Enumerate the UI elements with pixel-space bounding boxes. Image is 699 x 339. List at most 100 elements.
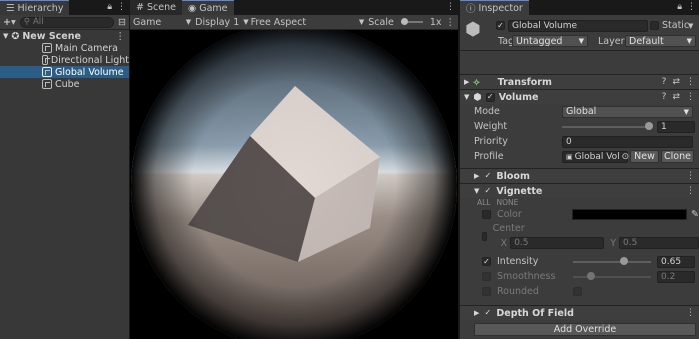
priority-field[interactable]: 0: [562, 135, 693, 148]
intensity-slider-knob[interactable]: [619, 256, 628, 265]
object-name-field[interactable]: Global Volume: [508, 20, 648, 32]
eyedropper-icon[interactable]: ✎: [691, 209, 699, 220]
dof-enabled-checkbox[interactable]: ✓: [483, 309, 492, 318]
scene-menu-icon[interactable]: ⋮: [116, 31, 126, 42]
hierarchy-toolbar: +▾ ⚲ All ⊟: [0, 15, 129, 30]
smoothness-override-checkbox[interactable]: [482, 272, 491, 281]
collapse-arrow-icon[interactable]: ▼: [464, 93, 469, 101]
expand-arrow-icon[interactable]: ▶: [464, 78, 469, 86]
tab-game[interactable]: ◉ Game: [181, 0, 234, 15]
layer-dropdown[interactable]: Default ▼: [625, 35, 696, 47]
hierarchy-item-directional-light[interactable]: Directional Light: [0, 54, 129, 66]
volume-icon: ⬢: [473, 91, 482, 103]
hierarchy-search-input[interactable]: ⚲ All: [19, 16, 115, 28]
tab-hierarchy[interactable]: ☰ Hierarchy: [0, 0, 70, 15]
add-button[interactable]: +▾: [3, 17, 16, 28]
object-picker-icon[interactable]: ⊙: [622, 152, 630, 162]
profile-field[interactable]: ▣ Global Vol ⊙: [562, 150, 630, 163]
smoothness-field[interactable]: 0.2: [657, 270, 695, 283]
intensity-field[interactable]: 0.65: [657, 255, 695, 268]
rounded-checkbox[interactable]: [573, 287, 582, 296]
component-menu-icon[interactable]: ⋮: [686, 92, 695, 102]
override-menu-icon[interactable]: ⋮: [686, 308, 695, 318]
tab-inspector[interactable]: ⓘ Inspector: [460, 0, 529, 15]
intensity-slider[interactable]: [573, 256, 651, 265]
gameobject-large-icon[interactable]: ⬢: [465, 19, 481, 40]
more-menu-icon[interactable]: ⋮: [446, 2, 455, 12]
bloom-override-header[interactable]: ▶ ✓ Bloom ⋮: [460, 168, 699, 183]
center-override-checkbox[interactable]: [482, 232, 487, 241]
gameobject-icon: [42, 55, 50, 65]
scene-row[interactable]: ▼ ✪ New Scene ⋮: [0, 30, 129, 42]
center-y-label: Y: [610, 237, 616, 249]
weight-field[interactable]: 1: [657, 120, 695, 133]
active-checkbox[interactable]: ✓: [496, 21, 505, 30]
inspector-panel: ⓘ Inspector 🔒︎ ⋮ ⬢ ✓ Global Volume Static…: [460, 0, 699, 339]
mode-dropdown[interactable]: Global ▼: [562, 105, 693, 118]
lock-icon[interactable]: 🔒︎: [107, 2, 112, 12]
more-menu-icon[interactable]: ⋮: [445, 17, 455, 28]
clone-profile-button[interactable]: Clone: [661, 150, 694, 163]
override-menu-icon[interactable]: ⋮: [686, 186, 695, 196]
weight-value: 1: [661, 121, 667, 132]
all-toggle[interactable]: ALL: [477, 198, 491, 207]
hierarchy-item-global-volume[interactable]: Global Volume: [0, 66, 129, 78]
new-profile-button[interactable]: New: [630, 150, 659, 163]
aspect-dropdown[interactable]: Free Aspect ▼: [251, 17, 369, 28]
view-mode-dropdown[interactable]: Game ▼: [133, 17, 195, 28]
transform-component-header[interactable]: ▶ ⟡ Transform ? ⇄ ⋮: [460, 74, 699, 89]
bloom-enabled-checkbox[interactable]: ✓: [483, 172, 492, 181]
weight-slider-knob[interactable]: [645, 121, 653, 130]
add-override-button[interactable]: Add Override: [474, 323, 696, 336]
weight-row: Weight 1: [460, 119, 699, 134]
help-icon[interactable]: ?: [662, 92, 667, 102]
more-menu-icon[interactable]: ⋮: [687, 2, 696, 12]
chevron-down-icon: ▼: [578, 37, 584, 45]
display-dropdown[interactable]: Display 1 ▼: [195, 17, 250, 28]
preset-icon[interactable]: ⇄: [672, 77, 680, 87]
grid-icon: #: [136, 2, 144, 13]
hierarchy-item-cube[interactable]: Cube: [0, 78, 129, 90]
chevron-down-icon: ▼: [686, 37, 692, 45]
preset-icon[interactable]: ⇄: [672, 92, 680, 102]
tag-dropdown[interactable]: Untagged ▼: [512, 35, 588, 47]
layer-value: Default: [629, 35, 664, 47]
help-icon[interactable]: ?: [662, 77, 667, 87]
tab-scene[interactable]: # Scene: [130, 0, 182, 15]
color-override-checkbox[interactable]: [482, 210, 491, 219]
vignette-enabled-checkbox[interactable]: ✓: [483, 187, 492, 196]
intensity-override-checkbox[interactable]: ✓: [482, 257, 491, 266]
expand-arrow-icon[interactable]: ▶: [474, 172, 479, 180]
center-y-field[interactable]: 0.5: [619, 237, 699, 249]
dof-override-header[interactable]: ▶ ✓ Depth Of Field ⋮: [460, 305, 699, 320]
center-row: Center X 0.5 Y 0.5: [460, 222, 699, 252]
vignette-override-header[interactable]: ▼ ✓ Vignette ⋮: [460, 183, 699, 198]
weight-slider[interactable]: [562, 121, 653, 130]
volume-component-header[interactable]: ▼ ⬢ ✓ Volume ? ⇄ ⋮: [460, 89, 699, 104]
filter-icon[interactable]: ⊟: [118, 17, 126, 28]
collapse-arrow-icon[interactable]: ▼: [474, 187, 479, 195]
game-render[interactable]: [130, 30, 458, 339]
smoothness-slider[interactable]: [573, 271, 651, 280]
expand-arrow-icon[interactable]: ▶: [474, 309, 479, 317]
volume-label: Volume: [498, 91, 539, 103]
vignette-overlay: [131, 30, 457, 339]
static-dropdown-icon[interactable]: ▼: [688, 22, 693, 30]
mode-label: Mode: [474, 106, 500, 117]
hierarchy-item-main-camera[interactable]: Main Camera: [0, 42, 129, 54]
override-menu-icon[interactable]: ⋮: [686, 171, 695, 181]
scale-slider[interactable]: [400, 18, 423, 25]
center-x-field[interactable]: 0.5: [510, 237, 605, 249]
smoothness-slider-knob[interactable]: [587, 271, 596, 280]
component-menu-icon[interactable]: ⋮: [686, 77, 695, 87]
scale-slider-knob[interactable]: [400, 18, 408, 25]
color-swatch[interactable]: [572, 209, 688, 220]
none-toggle[interactable]: NONE: [497, 198, 519, 207]
hierarchy-panel: ☰ Hierarchy 🔒︎ ⋮ +▾ ⚲ All ⊟ ▼ ✪ New Scene…: [0, 0, 129, 339]
rounded-override-checkbox[interactable]: [482, 287, 491, 296]
collapse-arrow-icon[interactable]: ▼: [3, 32, 8, 40]
volume-enabled-checkbox[interactable]: ✓: [485, 92, 495, 102]
lock-icon[interactable]: 🔒︎: [677, 2, 682, 12]
static-checkbox[interactable]: [650, 21, 659, 30]
more-menu-icon[interactable]: ⋮: [117, 2, 126, 12]
